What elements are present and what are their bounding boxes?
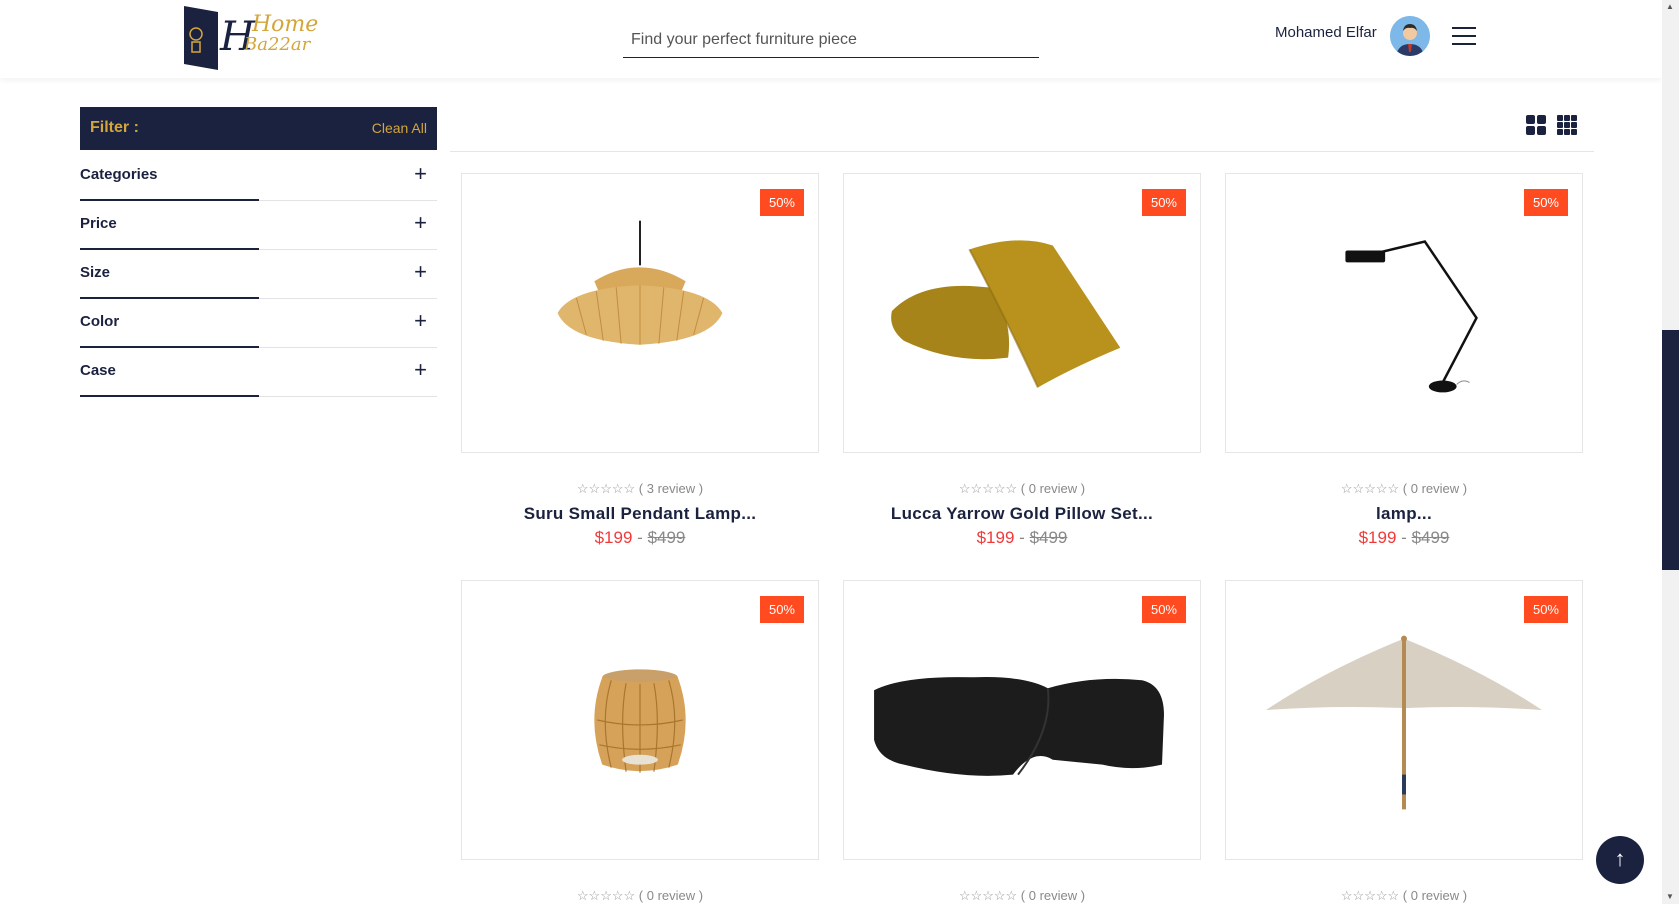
product-image-frame[interactable]: 50% (461, 580, 819, 860)
product-card[interactable]: 50% ☆☆☆☆☆ ( 0 review ) lamp... $199 - $4… (1225, 173, 1583, 547)
scroll-up-arrow-icon[interactable]: ▲ (1666, 2, 1674, 11)
price-separator: - (1019, 528, 1025, 547)
product-rating: ☆☆☆☆☆ ( 0 review ) (461, 888, 819, 904)
filter-label: Categories (80, 166, 158, 183)
logo-door-icon (184, 6, 218, 70)
discount-badge: 50% (1141, 596, 1186, 623)
avatar[interactable] (1390, 16, 1430, 56)
product-card[interactable]: 50% ☆☆☆☆☆ ( 0 review ) (461, 580, 819, 903)
filter-label: Case (80, 362, 116, 379)
star-rating-icon: ☆☆☆☆☆ (958, 888, 1018, 903)
product-price: $199 - $499 (461, 528, 819, 548)
price-separator: - (637, 528, 643, 547)
product-price: $199 - $499 (843, 528, 1201, 548)
app-root: H Home Ba22ar Mohamed Elfar Filter : Cle… (0, 0, 1679, 904)
clean-all-button[interactable]: Clean All (372, 120, 427, 136)
sale-price: $199 (976, 528, 1015, 547)
sale-price: $199 (594, 528, 633, 547)
discount-badge: 50% (759, 189, 804, 216)
product-name[interactable]: Suru Small Pendant Lamp... (461, 504, 819, 524)
product-rating: ☆☆☆☆☆ ( 0 review ) (843, 888, 1201, 904)
plus-icon[interactable]: + (414, 261, 427, 283)
review-count: ( 0 review ) (1402, 888, 1468, 903)
product-card[interactable]: 50% ☆☆☆☆☆ ( 3 review ) Suru Small Pendan… (461, 173, 819, 547)
grid-3-icon[interactable] (1557, 115, 1577, 135)
star-rating-icon: ☆☆☆☆☆ (576, 481, 636, 496)
search-input[interactable] (623, 22, 1039, 57)
product-image-frame[interactable]: 50% (1225, 173, 1583, 453)
product-image-frame[interactable]: 50% (843, 173, 1201, 453)
product-name[interactable]: Lucca Yarrow Gold Pillow Set... (843, 504, 1201, 524)
plus-icon[interactable]: + (414, 359, 427, 381)
product-rating: ☆☆☆☆☆ ( 0 review ) (843, 481, 1201, 497)
product-image-frame[interactable]: 50% (843, 580, 1201, 860)
original-price: $499 (1411, 528, 1450, 547)
product-name[interactable]: lamp... (1225, 504, 1583, 524)
product-rating: ☆☆☆☆☆ ( 0 review ) (1225, 481, 1583, 497)
scroll-to-top-button[interactable]: ↑ (1596, 836, 1644, 884)
filter-label: Size (80, 264, 111, 281)
site-header: H Home Ba22ar Mohamed Elfar (0, 0, 1662, 78)
review-count: ( 0 review ) (1020, 888, 1086, 903)
star-rating-icon: ☆☆☆☆☆ (958, 481, 1018, 496)
scrollbar-thumb[interactable] (1662, 330, 1679, 570)
filter-case[interactable]: Case + (80, 348, 437, 397)
review-count: ( 0 review ) (638, 888, 704, 903)
search-bar (623, 22, 1039, 58)
star-rating-icon: ☆☆☆☆☆ (1340, 888, 1400, 903)
original-price: $499 (647, 528, 686, 547)
logo-word-bazzar: Ba22ar (244, 34, 311, 55)
product-image-frame[interactable]: 50% (1225, 580, 1583, 860)
grid-2-icon[interactable] (1526, 115, 1546, 135)
filter-label: Color (80, 313, 120, 330)
toolbar-divider (450, 151, 1594, 152)
product-rating: ☆☆☆☆☆ ( 3 review ) (461, 481, 819, 497)
hamburger-menu-icon[interactable] (1452, 27, 1476, 47)
user-name[interactable]: Mohamed Elfar (1275, 24, 1377, 41)
product-card[interactable]: 50% ☆☆☆☆☆ ( 0 review ) Lucca Yarrow Gold… (843, 173, 1201, 547)
filter-size[interactable]: Size + (80, 250, 437, 299)
discount-badge: 50% (1141, 189, 1186, 216)
user-avatar-icon (1390, 16, 1430, 56)
star-rating-icon: ☆☆☆☆☆ (1340, 481, 1400, 496)
review-count: ( 3 review ) (638, 481, 704, 496)
discount-badge: 50% (759, 596, 804, 623)
discount-badge: 50% (1523, 189, 1568, 216)
arrow-up-icon: ↑ (1614, 846, 1626, 871)
filter-categories[interactable]: Categories + (80, 152, 437, 201)
plus-icon[interactable]: + (414, 163, 427, 185)
star-rating-icon: ☆☆☆☆☆ (576, 888, 636, 903)
review-count: ( 0 review ) (1402, 481, 1468, 496)
filter-label: Price (80, 215, 117, 232)
product-rating: ☆☆☆☆☆ ( 0 review ) (1225, 888, 1583, 904)
product-image-frame[interactable]: 50% (461, 173, 819, 453)
filter-color[interactable]: Color + (80, 299, 437, 348)
product-card[interactable]: 50% ☆☆☆☆☆ ( 0 review ) (843, 580, 1201, 903)
filter-header: Filter : Clean All (80, 107, 437, 150)
plus-icon[interactable]: + (414, 212, 427, 234)
price-separator: - (1401, 528, 1407, 547)
review-count: ( 0 review ) (1020, 481, 1086, 496)
home-bazzar-logo[interactable]: H Home Ba22ar (182, 4, 332, 74)
filter-underline (80, 395, 259, 397)
filter-title: Filter : (90, 119, 139, 136)
scroll-down-arrow-icon[interactable]: ▼ (1666, 892, 1674, 901)
discount-badge: 50% (1523, 596, 1568, 623)
sale-price: $199 (1358, 528, 1397, 547)
original-price: $499 (1029, 528, 1068, 547)
plus-icon[interactable]: + (414, 310, 427, 332)
filter-price[interactable]: Price + (80, 201, 437, 250)
product-card[interactable]: 50% ☆☆☆☆☆ ( 0 review ) (1225, 580, 1583, 903)
product-price: $199 - $499 (1225, 528, 1583, 548)
